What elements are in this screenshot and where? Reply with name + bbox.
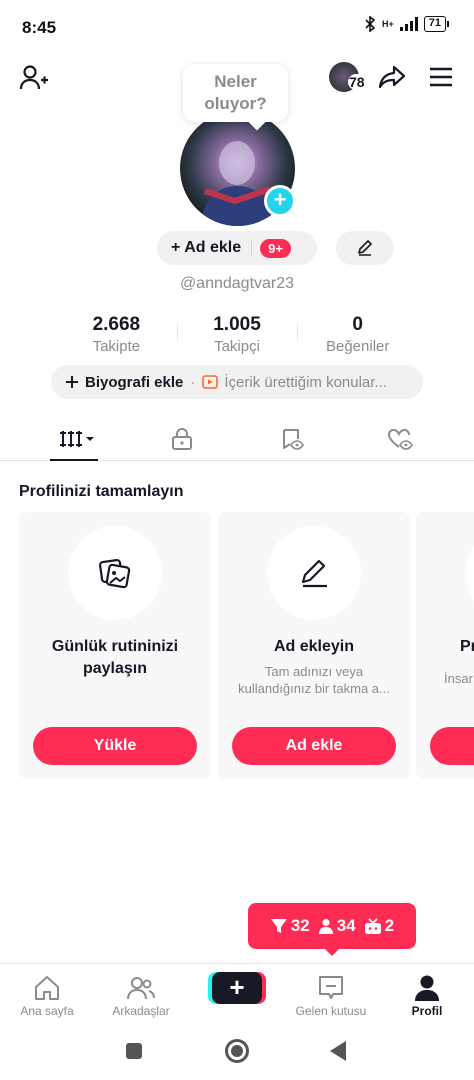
stat-likes[interactable]: 0 Beğeniler: [297, 314, 418, 355]
stat-following[interactable]: 2.668 Takipte: [56, 314, 177, 355]
network-type: H+: [381, 19, 394, 29]
grid-icon: [60, 431, 94, 447]
upload-button[interactable]: Yükle: [33, 727, 197, 765]
bottom-navigation: Ana sayfa Arkadaşlar + Gelen kutusu Prof…: [0, 963, 474, 1027]
tab-saved[interactable]: [262, 418, 322, 460]
card-icon-circle: [465, 526, 474, 620]
home-system-button[interactable]: [225, 1039, 249, 1063]
card-icon-circle: [267, 526, 361, 620]
add-name-label: + Ad ekle: [171, 239, 242, 256]
friends-icon: [127, 977, 155, 1000]
filter-count: 32: [270, 916, 310, 936]
recents-button[interactable]: [126, 1043, 142, 1059]
menu-button[interactable]: [424, 62, 458, 92]
add-name-button[interactable]: + Ad ekle 9+: [157, 231, 317, 265]
nav-inbox[interactable]: Gelen kutusu: [284, 972, 378, 1018]
card-icon-circle: [68, 526, 162, 620]
status-time: 8:45: [22, 18, 57, 37]
bio-suggestion[interactable]: Biyografi ekle · İçerik ürettiğim konula…: [51, 365, 423, 399]
tab-videos[interactable]: [48, 418, 108, 461]
share-icon: [378, 65, 406, 89]
stat-label: Beğeniler: [325, 338, 390, 355]
followers-value: 34: [336, 916, 356, 935]
content-tabs: [0, 418, 474, 461]
stat-label: Takipçi: [214, 338, 260, 355]
nav-home[interactable]: Ana sayfa: [0, 972, 94, 1018]
card-title: Ad ekleyin: [273, 638, 355, 655]
card-add-name: Ad ekleyin Tam adınızı veya kullandığını…: [218, 512, 410, 779]
stat-label: Takipte: [92, 338, 141, 355]
card-partial-button[interactable]: [430, 727, 474, 765]
home-system-dot: [231, 1045, 243, 1057]
bookmark-eye-icon: [283, 429, 304, 450]
nav-profile[interactable]: Profil: [380, 972, 474, 1018]
add-bio-label: Biyografi ekle: [85, 373, 184, 391]
separator-dot: ·: [190, 373, 196, 391]
card-description: İnsar: [444, 671, 473, 686]
photos-icon: [98, 558, 131, 589]
nav-label: Ana sayfa: [20, 1004, 74, 1018]
followers-count: 34: [318, 916, 356, 936]
lock-icon: [172, 428, 192, 450]
edit-profile-button[interactable]: [336, 231, 394, 265]
inbox-icon: [319, 976, 343, 999]
add-story-button[interactable]: +: [264, 185, 296, 217]
tv-icon: [364, 917, 381, 934]
tab-liked[interactable]: [370, 418, 430, 460]
status-bubble[interactable]: Neler oluyor?: [183, 64, 288, 131]
filter-icon: [270, 919, 287, 933]
story-count: 78: [348, 74, 366, 90]
stat-value: 0: [352, 314, 363, 335]
card-partial: Pr İnsar: [416, 512, 474, 779]
signal-icon: [399, 17, 418, 31]
nav-label: Profil: [411, 1004, 443, 1018]
battery-indicator: 71: [423, 16, 450, 32]
plus-icon: [66, 376, 78, 388]
create-button[interactable]: +: [212, 972, 262, 1004]
home-icon: [35, 976, 59, 1000]
heart-eye-icon: [387, 428, 413, 450]
pencil-icon: [301, 559, 327, 588]
profile-icon: [415, 975, 439, 1001]
video-icon: [202, 375, 219, 389]
nav-friends[interactable]: Arkadaşlar: [94, 972, 188, 1018]
back-button[interactable]: [330, 1041, 346, 1061]
card-share-routine: Günlük rutininizi paylaşın Yükle: [19, 512, 211, 779]
bubble-line2: oluyor?: [204, 94, 267, 113]
stat-followers[interactable]: 1.005 Takipçi: [176, 314, 298, 355]
username-handle: @anndagtvar23: [179, 275, 295, 292]
system-navigation: [0, 1027, 474, 1080]
card-description: Tam adınızı veya kullandığınız bir takma…: [238, 664, 390, 696]
add-friend-button[interactable]: [16, 62, 52, 94]
pencil-icon: [358, 240, 372, 256]
live-value: 2: [384, 916, 395, 935]
create-icon: +: [229, 972, 245, 1002]
share-button[interactable]: [375, 60, 409, 94]
stat-value: 2.668: [92, 314, 141, 335]
activity-popup[interactable]: 32 34 2: [248, 903, 416, 956]
hamburger-menu-icon: [430, 67, 452, 87]
profile-stats: 2.668 Takipte 1.005 Takipçi 0 Beğeniler: [56, 314, 418, 355]
nav-label: Gelen kutusu: [295, 1004, 367, 1018]
nav-label: Arkadaşlar: [112, 1004, 170, 1018]
filter-value: 32: [290, 916, 310, 935]
divider: [251, 239, 253, 257]
person-icon: [318, 919, 333, 934]
bubble-line1: Neler: [214, 72, 257, 91]
status-icons: H+ 71: [364, 16, 450, 32]
card-title: Pr: [460, 638, 474, 655]
story-viewers-button[interactable]: 78: [327, 60, 371, 94]
card-title: Günlük rutininizi paylaşın: [51, 638, 179, 677]
notification-badge: 9+: [260, 238, 291, 258]
add-name-card-button[interactable]: Ad ekle: [232, 727, 396, 765]
section-title: Profilinizi tamamlayın: [19, 483, 184, 500]
add-person-icon: [19, 65, 48, 90]
stat-value: 1.005: [213, 314, 261, 335]
bluetooth-icon: [365, 16, 376, 32]
tab-private[interactable]: [152, 418, 212, 460]
live-count: 2: [364, 916, 394, 936]
bio-hint: İçerik ürettiğim konular...: [224, 373, 387, 391]
